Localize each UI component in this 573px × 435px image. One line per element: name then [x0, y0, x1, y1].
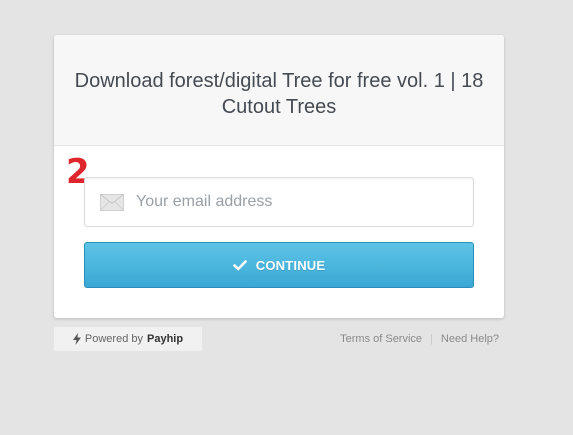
powered-by-payhip-badge[interactable]: Powered by Payhip: [54, 327, 202, 351]
need-help-link[interactable]: Need Help?: [441, 333, 499, 345]
payhip-brand: Payhip: [147, 333, 184, 345]
email-field[interactable]: [84, 177, 474, 227]
footer-links: Terms of Service | Need Help?: [340, 327, 499, 351]
envelope-icon: [99, 193, 125, 211]
card-header: Download forest/digital Tree for free vo…: [54, 35, 504, 146]
continue-button-label: CONTINUE: [255, 257, 326, 273]
terms-of-service-link[interactable]: Terms of Service: [340, 333, 422, 345]
continue-button[interactable]: CONTINUE: [84, 242, 474, 288]
email-input[interactable]: [136, 178, 473, 226]
powered-by-text: Powered by: [84, 333, 143, 345]
checkmark-icon: [232, 259, 247, 271]
lightning-bolt-icon: [72, 333, 81, 345]
footer-separator: |: [430, 333, 433, 345]
product-title: Download forest/digital Tree for free vo…: [74, 70, 484, 118]
